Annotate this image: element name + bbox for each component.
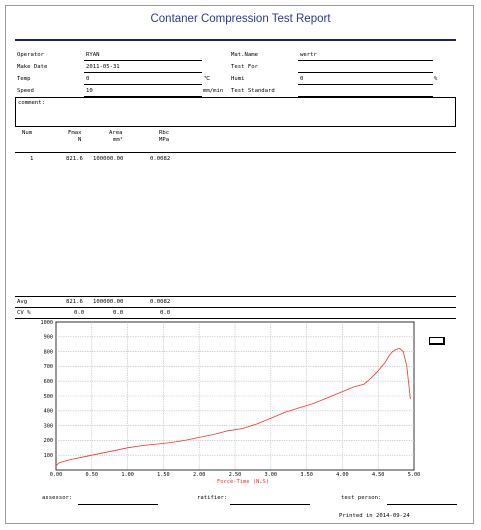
- x-axis-label: Force-Time (N,S): [217, 479, 269, 485]
- x-tick-label: 2.50: [229, 472, 242, 478]
- y-tick-label: 400: [44, 409, 53, 415]
- test-person-signature-line: [387, 504, 457, 505]
- x-tick-label: 3.00: [265, 472, 278, 478]
- y-tick-label: 300: [44, 423, 53, 429]
- y-tick-label: 800: [44, 349, 53, 355]
- x-tick-label: 0.00: [50, 472, 63, 478]
- x-tick-label: 4.00: [336, 472, 349, 478]
- force-time-chart: 0.00 0.50 1.00 1.50 2.00 2.50 3.00 3.50 4.00 4.50…: [41, 320, 421, 485]
- x-tick-label: 4.50: [372, 472, 385, 478]
- ratifier-signature-line: [230, 504, 310, 505]
- x-tick-label: 2.00: [193, 472, 206, 478]
- assessor-signature-line: [78, 504, 158, 505]
- y-tick-label: 700: [44, 364, 53, 370]
- y-tick-label: 1000: [41, 320, 54, 326]
- chart-export-button[interactable]: [429, 337, 445, 345]
- y-tick-label: 100: [44, 453, 53, 459]
- ratifier-label: ratifier:: [197, 495, 228, 501]
- test-person-label: test person:: [341, 495, 382, 501]
- x-tick-label: 5.00: [408, 472, 421, 478]
- y-tick-label: 600: [44, 379, 53, 385]
- assessor-label: assessor:: [42, 495, 73, 501]
- x-tick-label: 0.50: [86, 472, 99, 478]
- y-tick-label: 200: [44, 438, 53, 444]
- printed-date: Printed in 2014-09-24: [339, 513, 410, 519]
- x-tick-label: 1.50: [157, 472, 170, 478]
- x-tick-label: 1.00: [121, 472, 134, 478]
- x-tick-label: 3.50: [300, 472, 313, 478]
- y-tick-label: 900: [44, 335, 53, 341]
- y-tick-label: 500: [44, 394, 53, 400]
